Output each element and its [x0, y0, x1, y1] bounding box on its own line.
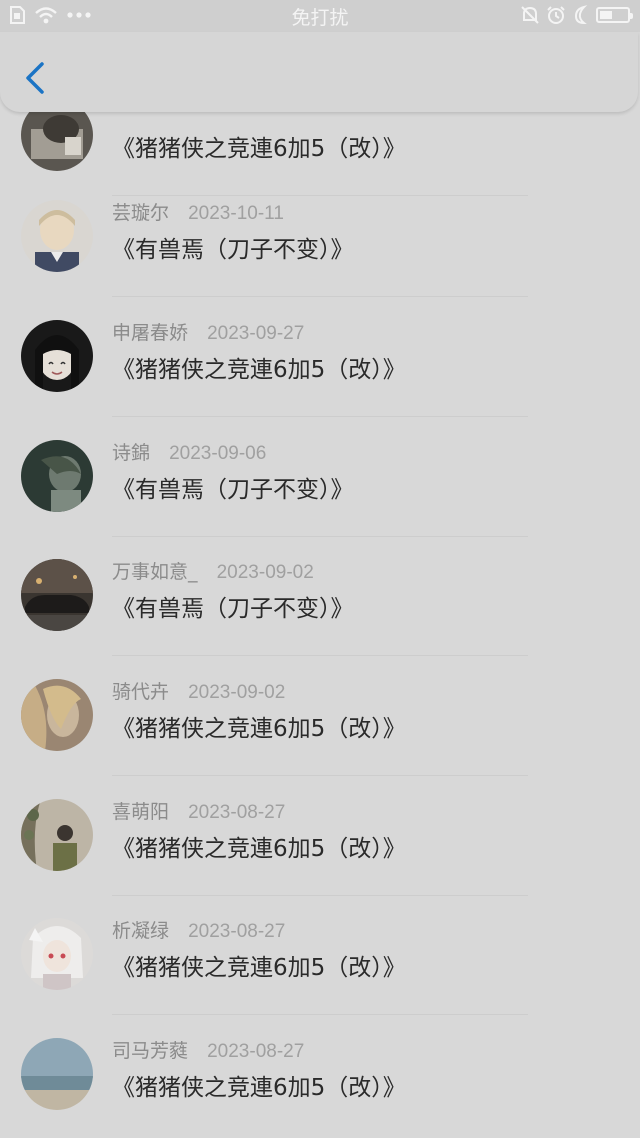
user-name[interactable]: 申屠春娇: [112, 322, 188, 344]
battery-icon: [596, 7, 633, 23]
status-bar: 免打扰: [0, 0, 640, 32]
avatar[interactable]: [21, 679, 93, 751]
avatar[interactable]: [21, 440, 93, 512]
story-title[interactable]: 《猪猪侠之竞連6加5（改）》: [112, 1068, 406, 1102]
avatar[interactable]: [21, 918, 93, 990]
list-item[interactable]: 诗錦 2023-09-06 《有兽焉（刀子不变）》: [0, 418, 640, 537]
story-title[interactable]: 《有兽焉（刀子不变）》: [112, 470, 354, 504]
list-item[interactable]: 喜萌阳 2023-08-27 《猪猪侠之竞連6加5（改）》: [0, 777, 640, 896]
item-meta: 芸璇尔 2023-10-11: [112, 198, 284, 225]
list-item[interactable]: 骑代卉 2023-09-02 《猪猪侠之竞連6加5（改）》: [0, 657, 640, 776]
item-meta: 万事如意_ 2023-09-02: [112, 557, 314, 584]
date: 2023-10-11: [188, 203, 284, 224]
avatar[interactable]: [21, 200, 93, 272]
item-meta: 诗錦 2023-09-06: [112, 438, 266, 465]
user-name[interactable]: 诗錦: [112, 442, 150, 464]
user-name[interactable]: 芸璇尔: [112, 202, 169, 224]
story-title[interactable]: 《猪猪侠之竞連6加5（改）》: [112, 129, 406, 163]
nav-bar: [0, 32, 638, 112]
list-item[interactable]: 司马芳蕤 2023-08-27 《猪猪侠之竞連6加5（改）》: [0, 1016, 640, 1135]
list-item[interactable]: 申屠春娇 2023-09-27 《猪猪侠之竞連6加5（改）》: [0, 298, 640, 417]
story-title[interactable]: 《猪猪侠之竞連6加5（改）》: [112, 350, 406, 384]
item-meta: 析凝绿 2023-08-27: [112, 916, 285, 943]
user-name[interactable]: 析凝绿: [112, 920, 169, 942]
date: 2023-09-06: [169, 443, 267, 464]
divider: [112, 775, 528, 776]
date: 2023-09-02: [188, 682, 286, 703]
divider: [112, 296, 528, 297]
user-name[interactable]: 喜萌阳: [112, 801, 169, 823]
date: 2023-08-27: [188, 921, 286, 942]
back-button[interactable]: [18, 58, 52, 98]
item-meta: 骑代卉 2023-09-02: [112, 677, 285, 704]
moon-icon: [572, 5, 590, 25]
item-meta: 喜萌阳 2023-08-27: [112, 797, 285, 824]
mute-bell-icon: [520, 5, 540, 25]
story-title[interactable]: 《猪猪侠之竞連6加5（改）》: [112, 948, 406, 982]
user-name[interactable]: 骑代卉: [112, 681, 169, 703]
story-title[interactable]: 《猪猪侠之竞連6加5（改）》: [112, 709, 406, 743]
user-name[interactable]: 万事如意_: [112, 561, 198, 583]
story-title[interactable]: 《有兽焉（刀子不变）》: [112, 230, 354, 264]
divider: [112, 1014, 528, 1015]
list-item[interactable]: 析凝绿 2023-08-27 《猪猪侠之竞連6加5（改）》: [0, 896, 640, 1015]
avatar[interactable]: [21, 320, 93, 392]
item-meta: 申屠春娇 2023-09-27: [112, 318, 304, 345]
alarm-icon: [546, 5, 566, 25]
chevron-left-icon: [26, 62, 44, 94]
list-item[interactable]: 万事如意_ 2023-09-02 《有兽焉（刀子不变）》: [0, 537, 640, 656]
avatar[interactable]: [21, 559, 93, 631]
divider: [112, 416, 528, 417]
item-meta: 司马芳蕤 2023-08-27: [112, 1036, 304, 1063]
date: 2023-08-27: [207, 1041, 305, 1062]
list-item[interactable]: 芸璇尔 2023-10-11 《有兽焉（刀子不变）》: [0, 178, 640, 297]
story-title[interactable]: 《有兽焉（刀子不变）》: [112, 589, 354, 623]
story-title[interactable]: 《猪猪侠之竞連6加5（改）》: [112, 829, 406, 863]
avatar[interactable]: [21, 1038, 93, 1110]
divider: [112, 655, 528, 656]
date: 2023-09-27: [207, 323, 305, 344]
avatar[interactable]: [21, 799, 93, 871]
date: 2023-09-02: [216, 562, 314, 583]
user-name[interactable]: 司马芳蕤: [112, 1040, 188, 1062]
battery-level: [600, 11, 612, 19]
date: 2023-08-27: [188, 802, 286, 823]
comment-list[interactable]: 《猪猪侠之竞連6加5（改）》 芸璇尔 2023-10-11 《有兽焉（刀子不变）…: [0, 0, 640, 1138]
